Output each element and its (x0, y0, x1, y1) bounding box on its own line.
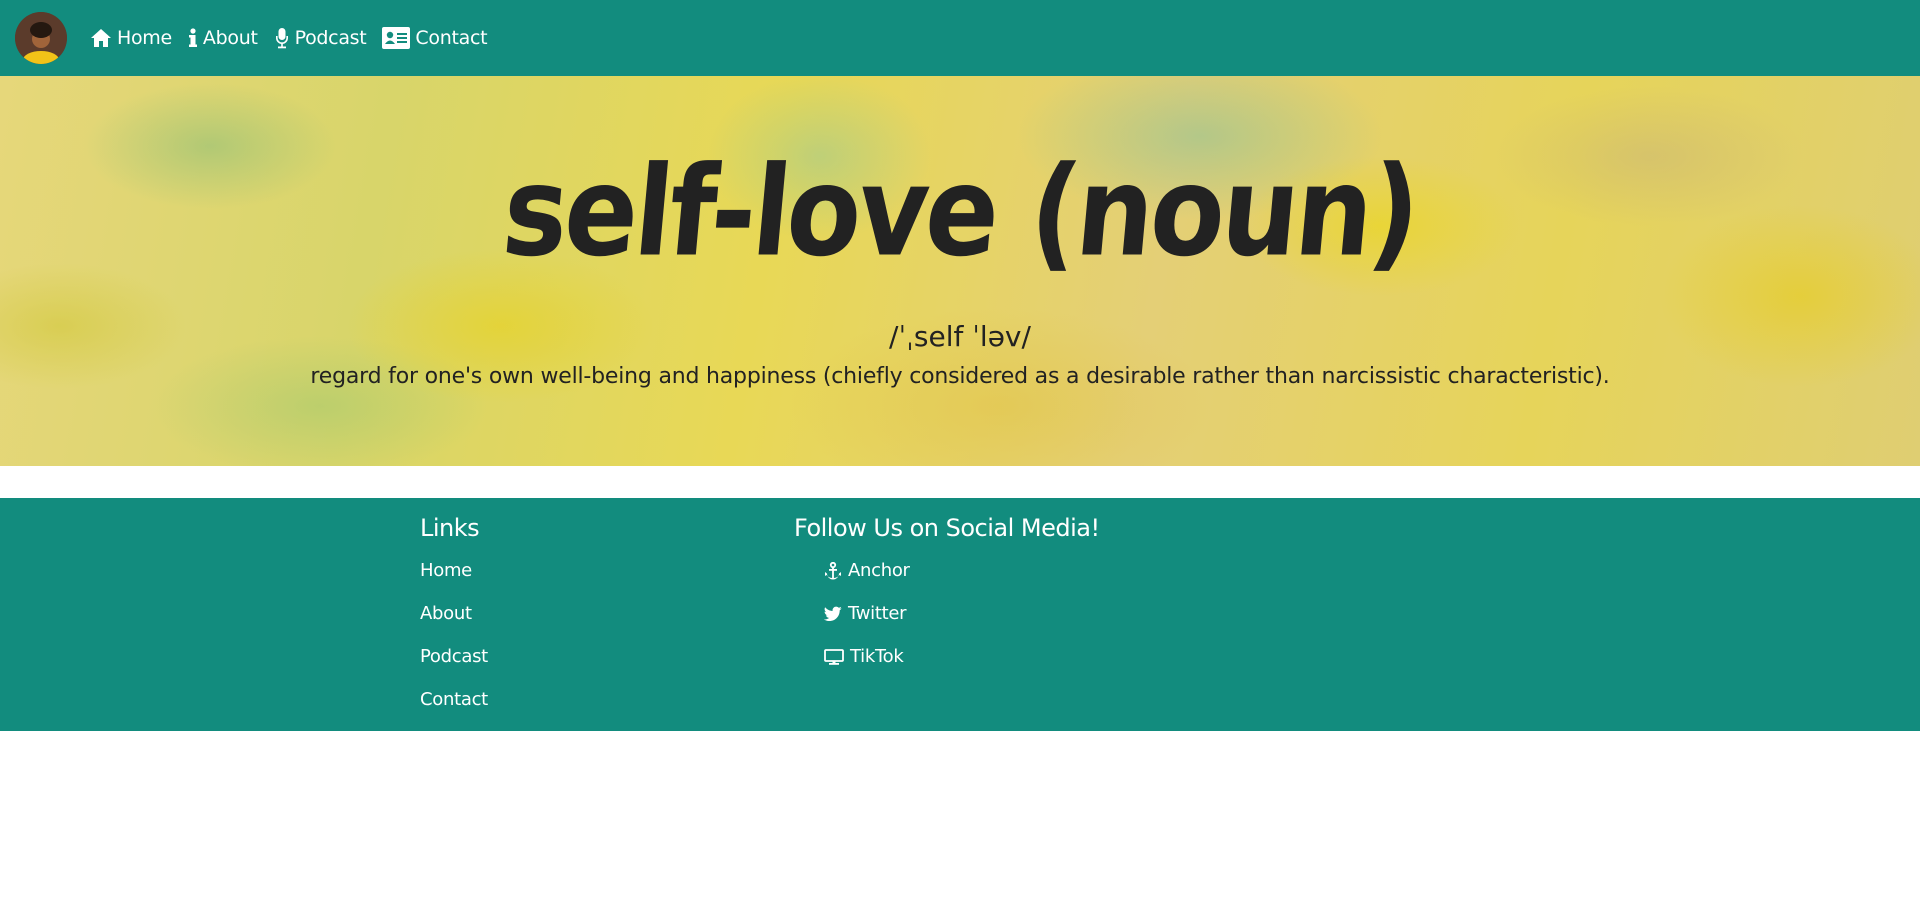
nav-podcast[interactable]: Podcast (274, 27, 367, 49)
hero-title: self-love (noun) (497, 140, 1423, 285)
footer-links-heading: Links (420, 514, 480, 542)
nav-home-label: Home (117, 27, 172, 49)
nav-menu: Home About Podcast Contact (90, 0, 503, 76)
footer-link-about[interactable]: About (420, 603, 472, 624)
footer-social-anchor[interactable]: Anchor (824, 560, 910, 581)
footer-link-contact[interactable]: Contact (420, 689, 488, 710)
nav-home[interactable]: Home (90, 27, 172, 49)
footer-social-twitter-label: Twitter (848, 603, 907, 624)
footer-social-twitter[interactable]: Twitter (824, 603, 907, 624)
footer-social-tiktok-label: TikTok (850, 646, 904, 667)
avatar-illustration (15, 12, 67, 64)
hero-definition: regard for one's own well-being and happ… (310, 364, 1610, 389)
avatar[interactable] (15, 12, 67, 64)
footer-link-home[interactable]: Home (420, 560, 472, 581)
monitor-icon (824, 648, 844, 665)
nav-about-label: About (202, 27, 258, 49)
nav-contact-label: Contact (415, 27, 488, 49)
navbar: Home About Podcast Contact (0, 0, 1920, 76)
microphone-icon (275, 28, 288, 49)
anchor-icon (825, 561, 841, 579)
hero-pronunciation: /ˈˌself ˈləv/ (889, 320, 1031, 353)
address-card-icon (382, 27, 411, 49)
home-icon (91, 29, 111, 47)
footer-social-heading: Follow Us on Social Media! (794, 514, 1100, 542)
nav-about[interactable]: About (188, 27, 258, 49)
info-icon (188, 28, 197, 47)
nav-contact[interactable]: Contact (382, 27, 488, 49)
footer-link-podcast[interactable]: Podcast (420, 646, 488, 667)
footer-social-tiktok[interactable]: TikTok (824, 646, 904, 667)
hero-banner: self-love (noun) /ˈˌself ˈləv/ regard fo… (0, 76, 1920, 466)
footer: Links Home About Podcast Contact Follow … (0, 498, 1920, 731)
twitter-icon (824, 606, 842, 621)
footer-social-anchor-label: Anchor (848, 560, 910, 581)
nav-podcast-label: Podcast (294, 27, 367, 49)
